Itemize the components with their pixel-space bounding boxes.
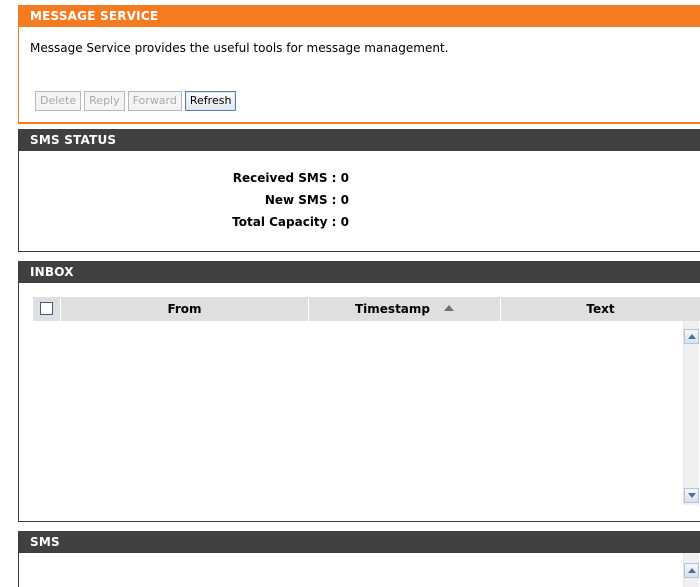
reply-button[interactable]: Reply: [84, 91, 125, 111]
sort-ascending-icon: [444, 305, 454, 311]
message-service-description: Message Service provides the useful tool…: [30, 41, 449, 55]
sms-scrollbar[interactable]: [683, 553, 699, 587]
scroll-up-icon[interactable]: [684, 563, 699, 578]
inbox-scrollbar[interactable]: [683, 321, 699, 505]
sms-panel: SMS: [18, 531, 700, 587]
received-sms-count: Received SMS : 0: [232, 171, 349, 185]
message-toolbar: Delete Reply Forward Refresh: [35, 91, 237, 111]
sms-status-panel: SMS STATUS Received SMS : 0 New SMS : 0 …: [18, 129, 700, 252]
inbox-table-header: From Timestamp Text: [33, 297, 700, 321]
column-timestamp-label: Timestamp: [354, 302, 430, 316]
column-text[interactable]: Text: [501, 297, 700, 321]
message-service-panel: MESSAGE SERVICE Message Service provides…: [18, 5, 700, 124]
delete-button[interactable]: Delete: [35, 91, 82, 111]
new-sms-count: New SMS : 0: [264, 193, 349, 207]
inbox-title: INBOX: [19, 261, 700, 283]
column-text-label: Text: [586, 302, 615, 316]
sms-title: SMS: [19, 531, 700, 553]
message-service-title: MESSAGE SERVICE: [19, 5, 700, 27]
inbox-panel: INBOX From Timestamp Text: [18, 261, 700, 522]
column-from[interactable]: From: [61, 297, 309, 321]
scroll-up-icon[interactable]: [684, 329, 699, 344]
select-all-cell: [33, 297, 61, 321]
column-timestamp[interactable]: Timestamp: [309, 297, 501, 321]
total-capacity: Total Capacity : 0: [232, 215, 349, 229]
select-all-checkbox[interactable]: [40, 302, 53, 315]
column-from-label: From: [167, 302, 202, 316]
scroll-down-icon[interactable]: [684, 488, 699, 503]
sms-status-title: SMS STATUS: [19, 129, 700, 151]
refresh-button[interactable]: Refresh: [184, 91, 237, 111]
forward-button[interactable]: Forward: [127, 91, 182, 111]
